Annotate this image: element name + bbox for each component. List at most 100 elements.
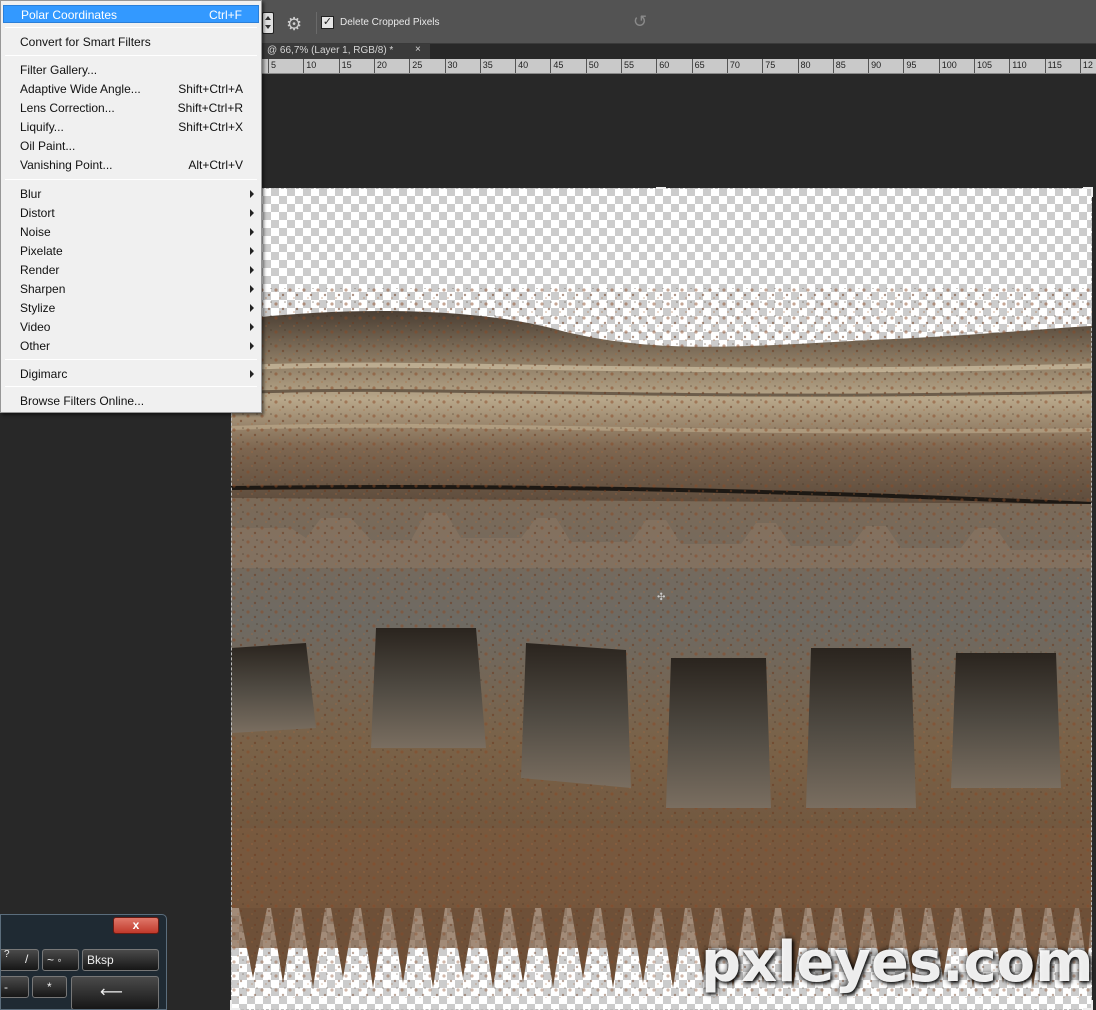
menu-item-distort[interactable]: Distort [3,204,259,222]
document-canvas[interactable]: ✣ pxleyes.com [230,187,1094,1010]
menu-item-convert-smart-filters[interactable]: Convert for Smart Filters [3,33,259,51]
submenu-arrow-icon [250,266,254,274]
menu-item-render[interactable]: Render [3,261,259,279]
ruler-tick [762,59,764,73]
ruler-tick [726,59,728,73]
key-slash[interactable]: / [3,949,39,971]
menu-item-shortcut: Shift+Ctrl+A [178,82,243,96]
menu-item-label: Distort [20,206,55,220]
ruler-tick [938,59,940,73]
crop-handle-middle-right[interactable] [1088,593,1096,603]
ruler-tick [974,59,975,73]
crop-handle-top-right[interactable] [1083,187,1093,197]
ruler-tick [797,59,799,73]
ruler-tick [1044,59,1046,73]
ruler-label: 20 [376,60,387,70]
menu-item-shortcut: Shift+Ctrl+R [177,101,243,115]
menu-item-noise[interactable]: Noise [3,223,259,241]
keyboard-close-button[interactable]: x [113,917,159,934]
ruler-label: 55 [624,60,635,70]
ruler-tick [656,59,658,73]
menu-item-shortcut: Alt+Ctrl+V [188,158,243,172]
ruler-tick [338,59,340,73]
menu-item-stylize[interactable]: Stylize [3,299,259,317]
menu-item-label: Stylize [20,301,56,315]
filter-menu: Polar Coordinates Ctrl+F Convert for Sma… [0,0,262,413]
ruler-label: 60 [659,60,670,70]
menu-item-video[interactable]: Video [3,318,259,336]
document-tab[interactable]: @ 66,7% (Layer 1, RGB/8) * × [262,44,430,59]
submenu-arrow-icon [250,370,254,378]
menu-item-other[interactable]: Other [3,337,259,355]
menu-item-label: Render [20,263,60,277]
ruler-label: 12 [1082,60,1093,70]
ruler-tick [691,59,693,73]
menu-item-blur[interactable]: Blur [3,185,259,203]
ruler-tick [832,59,834,73]
submenu-arrow-icon [250,342,254,350]
key-dash[interactable]: - [1,976,29,998]
key-backspace[interactable]: Bksp [82,949,159,971]
submenu-arrow-icon [250,323,254,331]
horizontal-ruler[interactable]: 5 10 15 20 25 30 35 40 45 50 55 60 65 70 75 80 85 90 95 100… [262,59,1096,74]
submenu-arrow-icon [250,304,254,312]
submenu-arrow-icon [250,247,254,255]
ruler-tick [903,59,905,73]
ruler-label: 75 [765,60,776,70]
menu-item-lens-correction[interactable]: Lens Correction... Shift+Ctrl+R [3,99,259,117]
menu-item-label: Video [20,320,51,334]
reset-icon[interactable]: ↺ [633,12,653,32]
menu-separator [5,27,257,28]
submenu-arrow-icon [250,285,254,293]
menu-item-label: Adaptive Wide Angle... [20,82,141,96]
on-screen-keyboard: x ? / ~ ◦ Bksp - * ⟵ [0,914,167,1010]
ruler-label: 80 [800,60,811,70]
delete-cropped-pixels-checkbox[interactable]: ✓ [321,16,334,29]
menu-item-digimarc[interactable]: Digimarc [3,365,259,383]
submenu-arrow-icon [250,228,254,236]
menu-item-last-filter[interactable]: Polar Coordinates Ctrl+F [3,5,259,23]
ruler-label: 95 [906,60,917,70]
menu-item-label: Browse Filters Online... [20,394,145,408]
menu-item-oil-paint[interactable]: Oil Paint... [3,137,259,155]
ruler-tick [515,59,517,73]
ruler-label: 45 [553,60,564,70]
key-tilde[interactable]: ~ ◦ [42,949,79,971]
ruler-tick [868,59,870,73]
menu-item-pixelate[interactable]: Pixelate [3,242,259,260]
menu-item-sharpen[interactable]: Sharpen [3,280,259,298]
menu-item-label: Polar Coordinates [21,8,118,22]
crop-handle-bottom-right[interactable] [1083,1000,1093,1010]
ruler-label: 30 [447,60,458,70]
key-asterisk[interactable]: * [32,976,67,998]
menu-item-vanishing-point[interactable]: Vanishing Point... Alt+Ctrl+V [3,156,259,174]
crop-handle-bottom-left[interactable] [230,1000,240,1010]
menu-item-label: Lens Correction... [20,101,115,115]
spin-control[interactable] [262,12,274,34]
key-enter[interactable]: ⟵ [71,976,159,1009]
menu-item-label: Noise [20,225,51,239]
ruler-label: 70 [729,60,740,70]
menu-item-label: Digimarc [20,367,68,381]
ruler-tick [409,59,411,73]
menu-item-shortcut: Shift+Ctrl+X [178,120,243,134]
submenu-arrow-icon [250,209,254,217]
ruler-label: 25 [412,60,423,70]
menu-item-label: Oil Paint... [20,139,76,153]
ruler-label: 110 [1012,60,1027,70]
delete-cropped-pixels-label: Delete Cropped Pixels [340,17,440,28]
crop-handle-top-center[interactable] [656,187,666,197]
menu-item-label: Other [20,339,51,353]
toolbar-separator [316,12,317,34]
ruler-label: 105 [977,60,993,70]
ruler-tick [1079,59,1081,73]
menu-item-browse-filters-online[interactable]: Browse Filters Online... [3,392,259,410]
menu-item-adaptive-wide-angle[interactable]: Adaptive Wide Angle... Shift+Ctrl+A [3,80,259,98]
ruler-label: 40 [518,60,529,70]
ruler-tick [373,59,375,73]
menu-item-liquify[interactable]: Liquify... Shift+Ctrl+X [3,118,259,136]
menu-item-label: Convert for Smart Filters [20,35,151,49]
close-icon[interactable]: × [415,44,421,55]
menu-item-filter-gallery[interactable]: Filter Gallery... [3,61,259,79]
gear-icon[interactable]: ⚙ [286,13,308,35]
